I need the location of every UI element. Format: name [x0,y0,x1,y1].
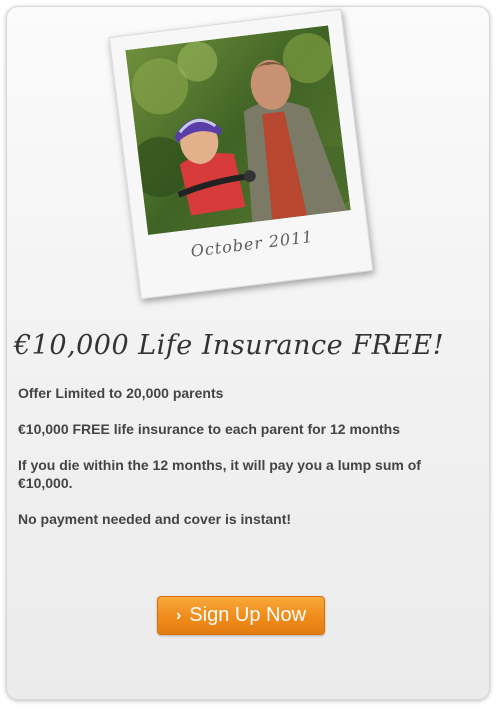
chevron-right-icon: › [175,606,182,624]
family-photo [125,25,351,235]
sign-up-button[interactable]: › Sign Up Now [157,596,325,635]
payout-text: If you die within the 12 months, it will… [18,457,421,491]
offer-headline: €10,000 Life Insurance FREE! [14,330,445,361]
offer-detail-text: €10,000 FREE life insurance to each pare… [18,421,401,437]
polaroid-photo-frame: October 2011 [108,8,374,300]
no-payment-text: No payment needed and cover is instant! [18,511,292,527]
sign-up-button-label: Sign Up Now [189,604,307,626]
offer-limit-text: Offer Limited to 20,000 parents [18,385,224,401]
